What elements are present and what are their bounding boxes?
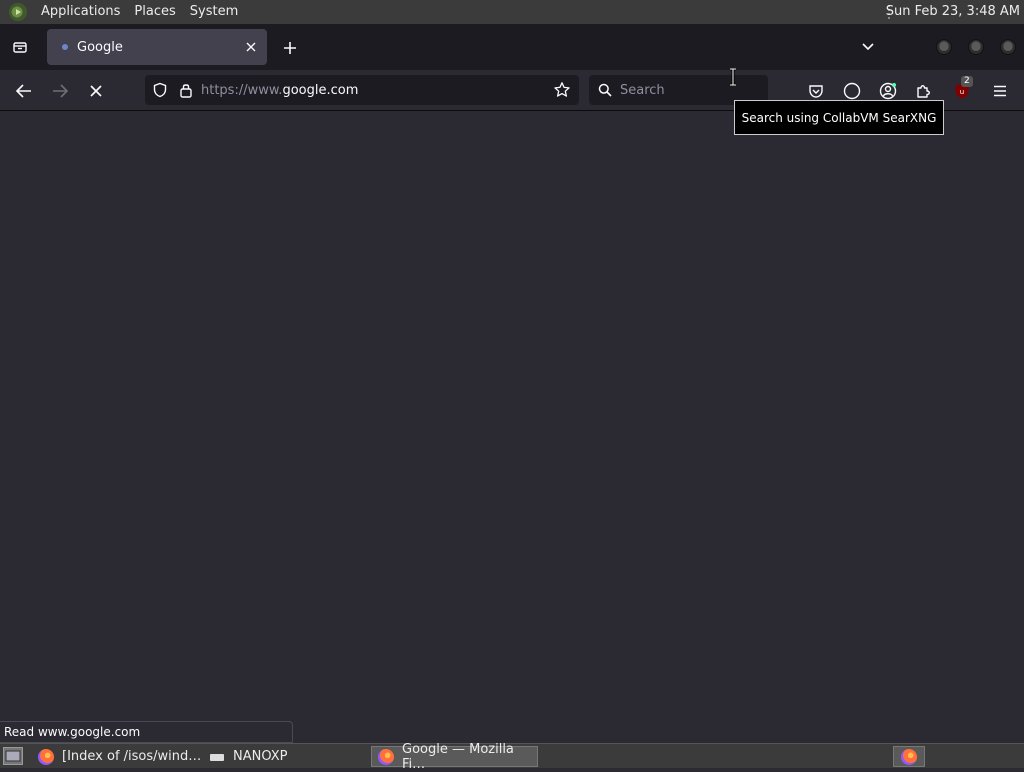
- new-tab-button[interactable]: [277, 35, 303, 61]
- list-all-tabs-button[interactable]: [856, 35, 880, 59]
- distro-logo-icon[interactable]: [9, 3, 27, 21]
- minimize-window-button[interactable]: [936, 39, 952, 55]
- loading-throbber-icon: [62, 44, 68, 50]
- close-window-button[interactable]: [1000, 39, 1016, 55]
- taskbar-item-google-firefox[interactable]: Google — Mozilla Fi…: [371, 742, 538, 772]
- plus-icon: [284, 42, 296, 54]
- account-icon: [879, 82, 897, 100]
- system-menu[interactable]: System: [183, 0, 245, 24]
- applications-menu[interactable]: Applications: [34, 0, 127, 24]
- close-icon: [246, 42, 256, 52]
- extension-badge: 2: [961, 76, 973, 87]
- firefox-view-button[interactable]: [8, 35, 32, 59]
- maximize-window-button[interactable]: [968, 39, 984, 55]
- tracking-protection-icon[interactable]: [152, 82, 168, 98]
- close-tab-button[interactable]: [239, 35, 263, 59]
- url-scheme: https://www.: [201, 82, 283, 98]
- url-text[interactable]: https://www.google.com: [201, 83, 553, 98]
- forward-button[interactable]: [47, 78, 73, 104]
- stop-loading-button[interactable]: [83, 78, 109, 104]
- search-icon: [598, 83, 612, 97]
- workspace-switcher[interactable]: [893, 746, 925, 767]
- taskbar-item-label: [Index of /isos/wind…: [62, 749, 202, 764]
- taskbar-item-nanoxp[interactable]: NANOXP: [203, 746, 363, 767]
- taskbar: [Index of /isos/wind… NANOXP Google — Mo…: [0, 742, 1024, 772]
- taskbar-item-label: Google — Mozilla Fi…: [402, 741, 514, 772]
- search-tooltip: Search using CollabVM SearXNG: [734, 100, 944, 135]
- text-cursor-icon: [730, 68, 736, 86]
- back-button[interactable]: [11, 78, 37, 104]
- address-bar[interactable]: https://www.google.com: [145, 75, 579, 105]
- arrow-right-icon: [53, 84, 68, 98]
- top-panel: Applications Places System Sun Feb 23, 3…: [0, 0, 1024, 24]
- svg-text:u: u: [960, 88, 964, 96]
- arrow-left-icon: [16, 84, 31, 98]
- desktop-icon: [5, 750, 21, 762]
- tab-title: Google: [77, 39, 123, 55]
- firefox-icon: [901, 748, 917, 765]
- status-panel: Read www.google.com: [0, 721, 293, 743]
- places-menu[interactable]: Places: [127, 0, 182, 24]
- page-content-area[interactable]: [0, 111, 1024, 743]
- chevron-down-icon: [862, 43, 874, 51]
- lock-icon[interactable]: [179, 82, 193, 98]
- firefox-icon: [378, 748, 394, 765]
- firefox-view-icon: [13, 42, 27, 53]
- tab-strip: Google: [0, 24, 1024, 70]
- terminal-icon: [209, 749, 225, 765]
- stop-icon: [90, 85, 102, 97]
- puzzle-piece-icon: [917, 85, 930, 98]
- pocket-icon: [809, 85, 823, 98]
- taskbar-item-label: NANOXP: [233, 749, 288, 764]
- tab-google[interactable]: Google: [47, 29, 267, 65]
- url-domain: google.com: [282, 82, 359, 98]
- hamburger-menu-icon: [994, 85, 1006, 97]
- circle-icon: [843, 82, 861, 100]
- clock[interactable]: Sun Feb 23, 3:48 AM: [886, 0, 1020, 24]
- bookmark-star-icon[interactable]: [553, 81, 571, 99]
- app-menu-button[interactable]: [987, 78, 1013, 104]
- show-desktop-button[interactable]: [3, 747, 23, 765]
- taskbar-item-index-of-isos[interactable]: [Index of /isos/wind…: [32, 746, 204, 767]
- firefox-icon: [38, 748, 54, 765]
